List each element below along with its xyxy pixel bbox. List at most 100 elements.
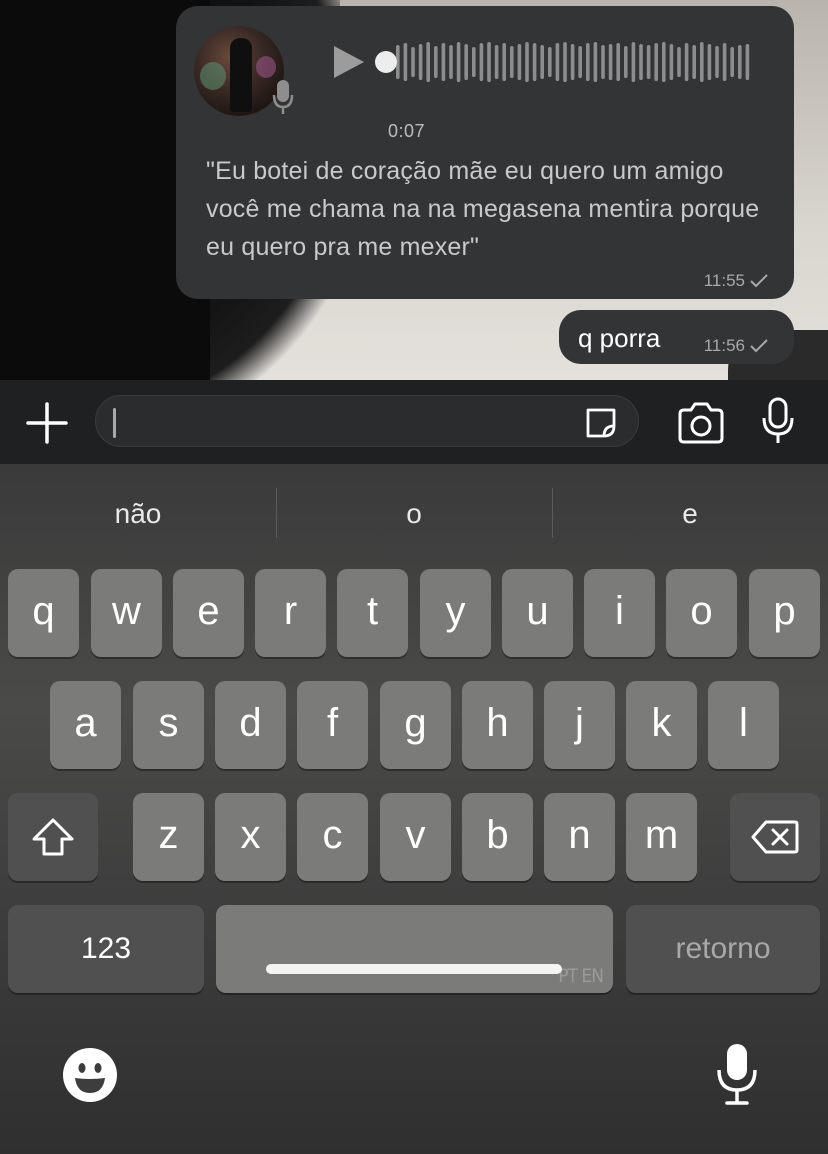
key-q[interactable]: q [8, 569, 79, 657]
key-y[interactable]: y [420, 569, 491, 657]
voice-duration: 0:07 [388, 121, 426, 141]
waveform-bar [745, 44, 750, 80]
key-c[interactable]: c [297, 793, 368, 881]
key-m[interactable]: m [626, 793, 697, 881]
waveform-bar [669, 44, 674, 80]
waveform-bar [722, 43, 727, 81]
waveform-bar [631, 42, 636, 82]
key-l[interactable]: l [708, 681, 779, 769]
key-n[interactable]: n [544, 793, 615, 881]
camera-icon[interactable] [676, 400, 726, 446]
message-meta: 11:55 [704, 271, 768, 291]
waveform-bar [487, 42, 491, 82]
waveform-bar [662, 42, 666, 82]
waveform-bar [616, 43, 620, 81]
plus-icon[interactable] [24, 400, 70, 446]
text-message-bubble[interactable]: q porra 11:56 [559, 310, 794, 364]
key-j[interactable]: j [544, 681, 615, 769]
waveform-bar [624, 46, 628, 78]
waveform[interactable] [375, 34, 766, 90]
waveform-bar [601, 45, 605, 79]
key-r[interactable]: r [255, 569, 326, 657]
key-g[interactable]: g [380, 681, 451, 769]
key-a[interactable]: a [50, 681, 121, 769]
waveform-bar [449, 45, 453, 79]
key-b[interactable]: b [462, 793, 533, 881]
waveform-bar [532, 43, 537, 81]
key-o[interactable]: o [666, 569, 737, 657]
microphone-icon[interactable] [716, 1042, 758, 1106]
shift-icon [32, 818, 74, 856]
key-v[interactable]: v [380, 793, 451, 881]
numbers-key[interactable]: 123 [8, 905, 204, 993]
key-d[interactable]: d [215, 681, 286, 769]
message-meta: 11:56 [704, 336, 768, 356]
microphone-icon [272, 80, 294, 114]
keyboard: não o e q w e r t y u i o p a s d f g h … [0, 464, 828, 1154]
key-p[interactable]: p [749, 569, 820, 657]
microphone-icon[interactable] [760, 396, 796, 446]
waveform-bar [608, 44, 613, 80]
waveform-bar [563, 42, 567, 82]
waveform-bar [715, 46, 719, 78]
waveform-bar [555, 43, 560, 81]
backspace-key[interactable] [730, 793, 820, 881]
waveform-bar [738, 45, 742, 79]
waveform-bar [646, 45, 651, 79]
waveform-bar [548, 47, 552, 77]
key-k[interactable]: k [626, 681, 697, 769]
space-key[interactable]: PT EN [216, 905, 613, 993]
space-language-label: PT EN [558, 965, 604, 987]
text-caret [113, 408, 116, 438]
waveform-bar [677, 47, 681, 77]
message-time: 11:55 [703, 271, 745, 290]
message-text: q porra [578, 323, 661, 353]
waveform-bar [525, 42, 529, 82]
message-input-bar [0, 380, 828, 464]
single-check-icon [750, 274, 768, 288]
waveform-bar [441, 43, 446, 81]
playhead [375, 51, 397, 73]
key-x[interactable]: x [215, 793, 286, 881]
waveform-bar [570, 44, 575, 80]
backspace-icon [751, 820, 799, 854]
waveform-bar [434, 46, 438, 78]
waveform-bar [479, 43, 484, 81]
waveform-bar [586, 43, 590, 81]
emoji-icon[interactable] [62, 1047, 118, 1103]
suggestion-bar: não o e [0, 484, 828, 544]
suggestion-item[interactable]: e [552, 484, 828, 544]
home-indicator[interactable] [266, 964, 562, 974]
voice-transcript: "Eu botei de coração mãe eu quero um ami… [206, 157, 760, 261]
waveform-bar [578, 46, 582, 78]
waveform-bar [418, 44, 423, 80]
waveform-bar [411, 47, 415, 77]
waveform-bar [593, 42, 598, 82]
key-w[interactable]: w [91, 569, 162, 657]
waveform-bar [654, 43, 658, 81]
voice-message-bubble[interactable]: 0:07 "Eu botei de coração mãe eu quero u… [176, 6, 794, 299]
key-s[interactable]: s [133, 681, 204, 769]
waveform-bar [540, 45, 544, 79]
key-u[interactable]: u [502, 569, 573, 657]
return-key[interactable]: retorno [626, 905, 820, 993]
chat-area: 0:07 "Eu botei de coração mãe eu quero u… [0, 0, 828, 380]
key-t[interactable]: t [337, 569, 408, 657]
key-e[interactable]: e [173, 569, 244, 657]
key-f[interactable]: f [297, 681, 368, 769]
sticker-icon[interactable] [582, 404, 620, 442]
key-i[interactable]: i [584, 569, 655, 657]
suggestion-item[interactable]: não [0, 484, 276, 544]
waveform-bar [464, 44, 468, 80]
key-h[interactable]: h [462, 681, 533, 769]
waveform-bar [494, 45, 499, 79]
waveform-bar [692, 45, 696, 79]
waveform-bar [730, 47, 734, 77]
avatar [194, 26, 284, 116]
play-icon[interactable] [330, 44, 366, 80]
waveform-bar [426, 42, 430, 82]
suggestion-item[interactable]: o [276, 484, 552, 544]
message-input[interactable] [95, 395, 639, 447]
shift-key[interactable] [8, 793, 98, 881]
key-z[interactable]: z [133, 793, 204, 881]
